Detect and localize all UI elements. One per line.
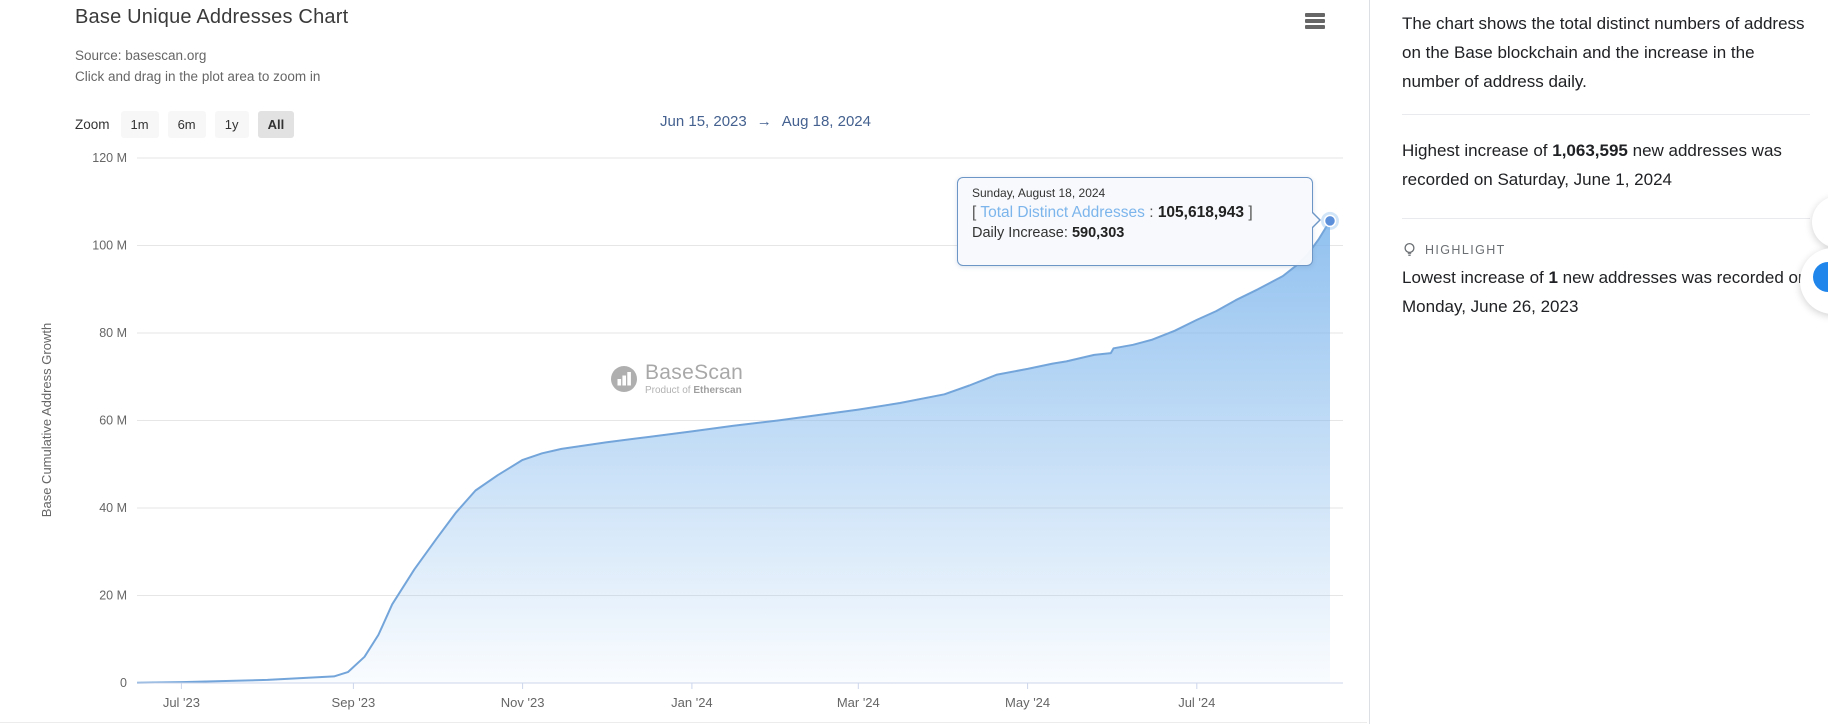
- highlight-label: HIGHLIGHT: [1425, 242, 1506, 257]
- chart-tooltip: Sunday, August 18, 2024 [ Total Distinct…: [957, 177, 1321, 266]
- watermark: BaseScan Product of Etherscan: [610, 362, 743, 396]
- chart-title: Base Unique Addresses Chart: [75, 6, 349, 28]
- hamburger-icon: [1305, 25, 1325, 29]
- watermark-name: BaseScan: [645, 361, 744, 384]
- svg-text:60 M: 60 M: [99, 414, 127, 428]
- zoom-label: Zoom: [75, 116, 110, 132]
- svg-text:20 M: 20 M: [99, 589, 127, 603]
- range-arrow-icon: →: [756, 113, 772, 130]
- chart-card-bottom-border: [0, 722, 1367, 723]
- zoom-all-button[interactable]: All: [257, 110, 295, 138]
- zoom-1m-button[interactable]: 1m: [120, 110, 159, 138]
- svg-text:Base Cumulative Address Growth: Base Cumulative Address Growth: [39, 323, 54, 517]
- tooltip-date: Sunday, August 18, 2024: [972, 186, 1106, 200]
- info-panel: The chart shows the total distinct numbe…: [1402, 0, 1810, 321]
- svg-text:0: 0: [120, 676, 127, 690]
- panel-divider-line: [1402, 218, 1810, 219]
- highlight-header: HIGHLIGHT: [1402, 242, 1810, 257]
- zoom-6m-button[interactable]: 6m: [167, 110, 206, 138]
- svg-text:120 M: 120 M: [92, 151, 127, 165]
- panel-description: The chart shows the total distinct numbe…: [1402, 14, 1805, 91]
- chart-zoom-hint: Click and drag in the plot area to zoom …: [75, 69, 321, 84]
- range-from: Jun 15, 2023: [660, 113, 747, 130]
- svg-text:Mar '24: Mar '24: [837, 695, 880, 710]
- basescan-logo-icon: [611, 366, 637, 392]
- date-range: Jun 15, 2023 → Aug 18, 2024: [660, 113, 871, 130]
- chart-source: Source: basescan.org: [75, 48, 207, 63]
- zoom-1y-button[interactable]: 1y: [214, 110, 249, 138]
- watermark-tagline: Product of Etherscan: [645, 385, 742, 396]
- svg-text:Sep '23: Sep '23: [332, 695, 376, 710]
- tooltip-daily-value: 590,303: [1071, 225, 1125, 241]
- chat-icon: [1813, 262, 1828, 292]
- range-to: Aug 18, 2024: [781, 113, 871, 130]
- panel-highest-increase: Highest increase of 1,063,595 new addres…: [1402, 141, 1782, 189]
- svg-text:Jul '23: Jul '23: [163, 695, 200, 710]
- panel-divider: [1369, 0, 1370, 724]
- chart-card: Jul '23 Sep '23 Nov '23 Jan '24 Mar '24 May '…: [0, 0, 1367, 724]
- chart-context-menu-button[interactable]: [1303, 11, 1327, 33]
- svg-text:May '24: May '24: [1005, 695, 1050, 710]
- floating-button-top[interactable]: [1812, 196, 1828, 248]
- svg-text:Nov '23: Nov '23: [501, 695, 545, 710]
- svg-text:40 M: 40 M: [99, 501, 127, 515]
- tooltip-series-label: Total Distinct Addresses: [980, 204, 1145, 221]
- svg-text:Jan '24: Jan '24: [671, 695, 713, 710]
- hamburger-icon: [1305, 19, 1325, 23]
- zoom-controls: Zoom 1m 6m 1y All: [75, 110, 295, 138]
- tooltip-daily-row: Daily Increase: 590,303: [972, 225, 1125, 241]
- svg-text:100 M: 100 M: [92, 239, 127, 253]
- svg-text:Jul '24: Jul '24: [1178, 695, 1215, 710]
- tooltip-callout-arrow: [1311, 211, 1321, 229]
- tooltip-total-row: [ Total Distinct Addresses : 105,618,943…: [972, 204, 1253, 221]
- screenshot-root: Jul '23 Sep '23 Nov '23 Jan '24 Mar '24 May '…: [0, 0, 1828, 724]
- tooltip-total-value: 105,618,943: [1157, 204, 1245, 221]
- svg-text:80 M: 80 M: [99, 326, 127, 340]
- panel-divider-line: [1402, 114, 1810, 115]
- panel-lowest-increase: Lowest increase of 1 new addresses was r…: [1402, 268, 1808, 316]
- hamburger-icon: [1305, 13, 1325, 17]
- lightbulb-icon: [1404, 242, 1415, 256]
